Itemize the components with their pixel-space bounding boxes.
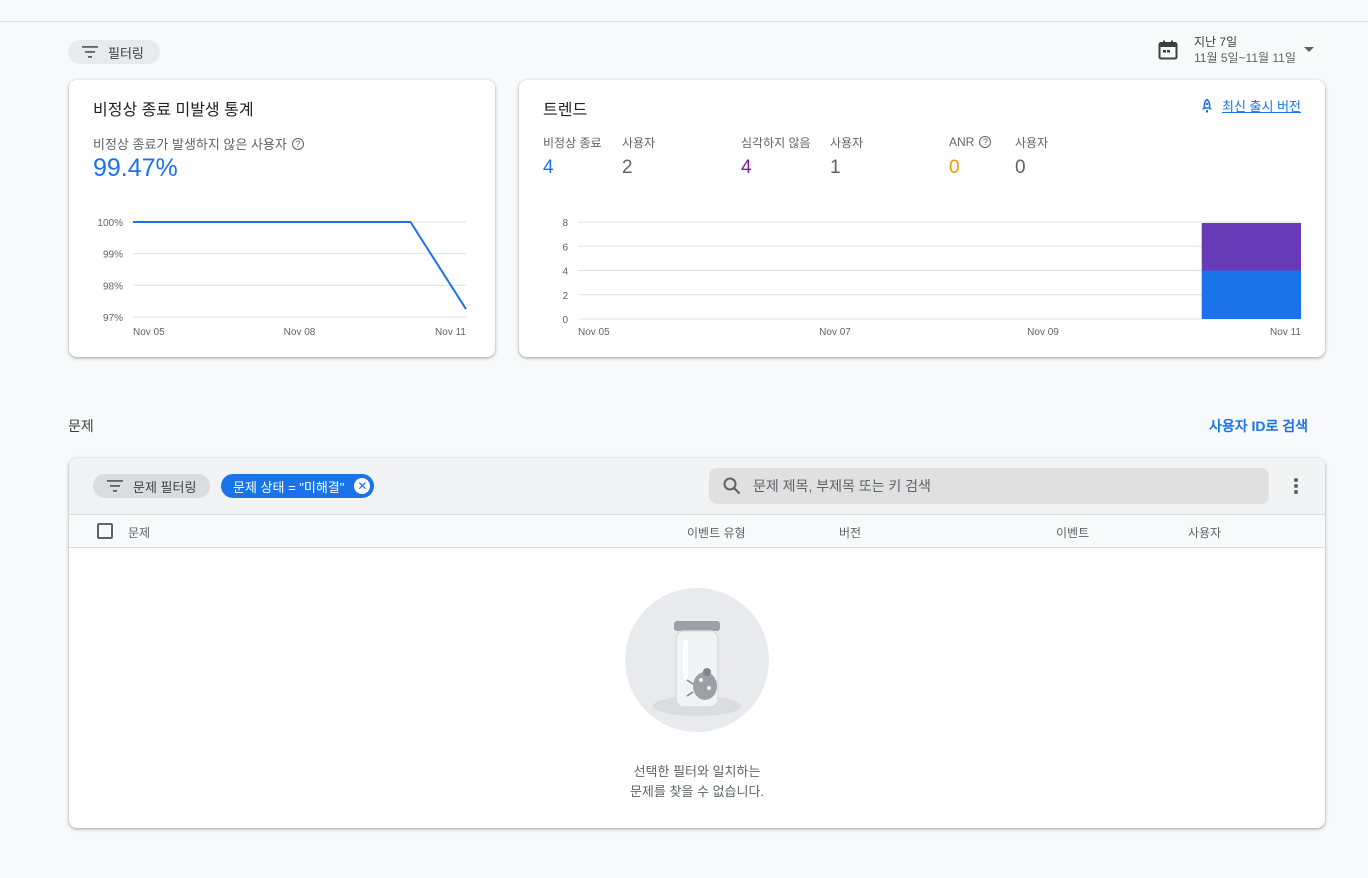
metric-crashes: 비정상 종료 4 — [543, 134, 602, 179]
filter-icon — [82, 46, 98, 58]
y-tick-label: 0 — [562, 315, 568, 326]
select-all-checkbox[interactable] — [97, 523, 113, 539]
crash-free-card: 비정상 종료 미발생 통계 비정상 종료가 발생하지 않은 사용자 ? 99.4… — [69, 80, 495, 357]
dropdown-caret-icon — [1303, 47, 1314, 52]
search-placeholder: 문제 제목, 부제목 또는 키 검색 — [753, 478, 931, 494]
metric-label: 심각하지 않음 — [741, 135, 811, 150]
column-event-type[interactable]: 이벤트 유형 — [687, 524, 746, 541]
column-events[interactable]: 이벤트 — [1056, 524, 1089, 541]
issue-status-chip[interactable]: 문제 상태 = "미해결" ✕ — [221, 474, 375, 498]
metric-value: 2 — [622, 157, 633, 178]
bar — [1201, 223, 1301, 271]
crash-free-metric-label: 비정상 종료가 발생하지 않은 사용자 ? — [93, 134, 304, 153]
crash-free-metric-label-text: 비정상 종료가 발생하지 않은 사용자 — [93, 137, 287, 152]
trend-title: 트렌드 — [543, 102, 588, 119]
x-tick-label: Nov 08 — [284, 327, 316, 338]
issue-search-input[interactable]: 문제 제목, 부제목 또는 키 검색 — [709, 468, 1269, 504]
y-tick-label: 6 — [562, 242, 568, 253]
help-icon[interactable]: ? — [979, 136, 992, 148]
bar — [1201, 270, 1301, 319]
metric-non-fatals: 심각하지 않음 4 — [741, 134, 811, 179]
bug-jar-icon — [653, 621, 741, 716]
search-icon — [723, 477, 741, 495]
latest-release-link[interactable]: 최신 출시 버전 — [1200, 96, 1301, 115]
rocket-icon — [1202, 98, 1213, 112]
issue-filter-button[interactable]: 문제 필터링 — [93, 474, 211, 498]
x-tick-label: Nov 09 — [1027, 327, 1059, 338]
y-tick-label: 2 — [562, 291, 568, 302]
metric-value: 4 — [741, 157, 752, 178]
date-range-title: 지난 7일 — [1194, 35, 1238, 49]
help-icon[interactable]: ? — [291, 137, 304, 150]
issue-filter-label: 문제 필터링 — [133, 479, 197, 495]
close-icon[interactable]: ✕ — [354, 478, 371, 494]
y-tick-label: 8 — [562, 218, 568, 229]
empty-state-line2: 문제를 찾을 수 없습니다. — [629, 784, 765, 799]
y-tick-label: 4 — [562, 267, 568, 278]
filter-icon — [107, 480, 123, 492]
metric-label: 사용자 — [1015, 135, 1049, 150]
x-tick-label: Nov 05 — [578, 327, 610, 338]
crash-free-line-chart: 100% 99% 98% 97% Nov 05 Nov 08 Nov 11 — [97, 218, 467, 338]
column-version[interactable]: 버전 — [839, 524, 861, 541]
crash-free-title: 비정상 종료 미발생 통계 — [93, 102, 254, 119]
empty-state-line1: 선택한 필터와 일치하는 — [633, 764, 761, 779]
column-users[interactable]: 사용자 — [1188, 524, 1221, 541]
issues-table-card: 문제 필터링 문제 상태 = "미해결" ✕ 문제 제목, 부제목 또는 키 검… — [69, 458, 1325, 828]
y-tick-label: 97% — [103, 313, 123, 324]
filter-label: 필터링 — [108, 45, 144, 61]
metric-value: 0 — [1015, 157, 1026, 178]
more-options-icon[interactable] — [1289, 476, 1303, 496]
date-range-picker[interactable]: 지난 7일 11월 5일~11월 11일 — [1158, 34, 1314, 66]
x-tick-label: Nov 11 — [1270, 327, 1301, 338]
metric-non-fatal-users: 사용자 1 — [830, 134, 863, 179]
trend-card: 트렌드 최신 출시 버전 비정상 종료 4 사용자 2 심각하지 않음 4 사용… — [519, 80, 1325, 357]
calendar-icon — [1158, 40, 1178, 60]
metric-label-text: ANR — [949, 135, 975, 149]
crash-free-metric-value: 99.47% — [93, 154, 178, 182]
metric-label-anr: ANR? — [949, 134, 992, 150]
metric-label: 사용자 — [622, 135, 656, 150]
metric-anr: ANR? 0 — [949, 134, 992, 179]
metric-crash-users: 사용자 2 — [622, 134, 655, 179]
date-range-value: 11월 5일~11월 11일 — [1194, 51, 1296, 65]
column-issue[interactable]: 문제 — [128, 524, 150, 541]
metric-anr-users: 사용자 0 — [1015, 134, 1048, 179]
metric-value: 0 — [949, 157, 960, 178]
y-tick-label: 98% — [103, 281, 123, 292]
y-tick-label: 99% — [103, 250, 123, 261]
search-by-user-id-link[interactable]: 사용자 ID로 검색 — [1209, 416, 1308, 436]
x-tick-label: Nov 11 — [435, 327, 466, 338]
issues-section-title: 문제 — [68, 418, 94, 434]
latest-release-label: 최신 출시 버전 — [1222, 99, 1301, 114]
issues-table-header: 문제 이벤트 유형 버전 이벤트 사용자 — [69, 515, 1325, 548]
metric-label: 사용자 — [830, 135, 864, 150]
empty-state-illustration — [625, 588, 769, 732]
metric-label: 비정상 종료 — [543, 135, 602, 150]
x-tick-label: Nov 07 — [819, 327, 851, 338]
filter-button[interactable]: 필터링 — [68, 40, 160, 64]
y-tick-label: 100% — [97, 218, 123, 229]
x-tick-label: Nov 05 — [133, 327, 165, 338]
top-divider — [0, 21, 1368, 22]
issue-status-label: 문제 상태 = "미해결" — [233, 479, 345, 495]
series-line — [133, 221, 467, 310]
metric-value: 4 — [543, 157, 554, 178]
metric-value: 1 — [830, 157, 841, 178]
trend-bar-chart: 0 2 4 6 8 Nov 05 Nov 07 Nov 09 Nov 11 — [562, 218, 1301, 338]
issues-toolbar: 문제 필터링 문제 상태 = "미해결" ✕ 문제 제목, 부제목 또는 키 검… — [69, 458, 1325, 515]
empty-state-message: 선택한 필터와 일치하는 문제를 찾을 수 없습니다. — [69, 762, 1325, 802]
